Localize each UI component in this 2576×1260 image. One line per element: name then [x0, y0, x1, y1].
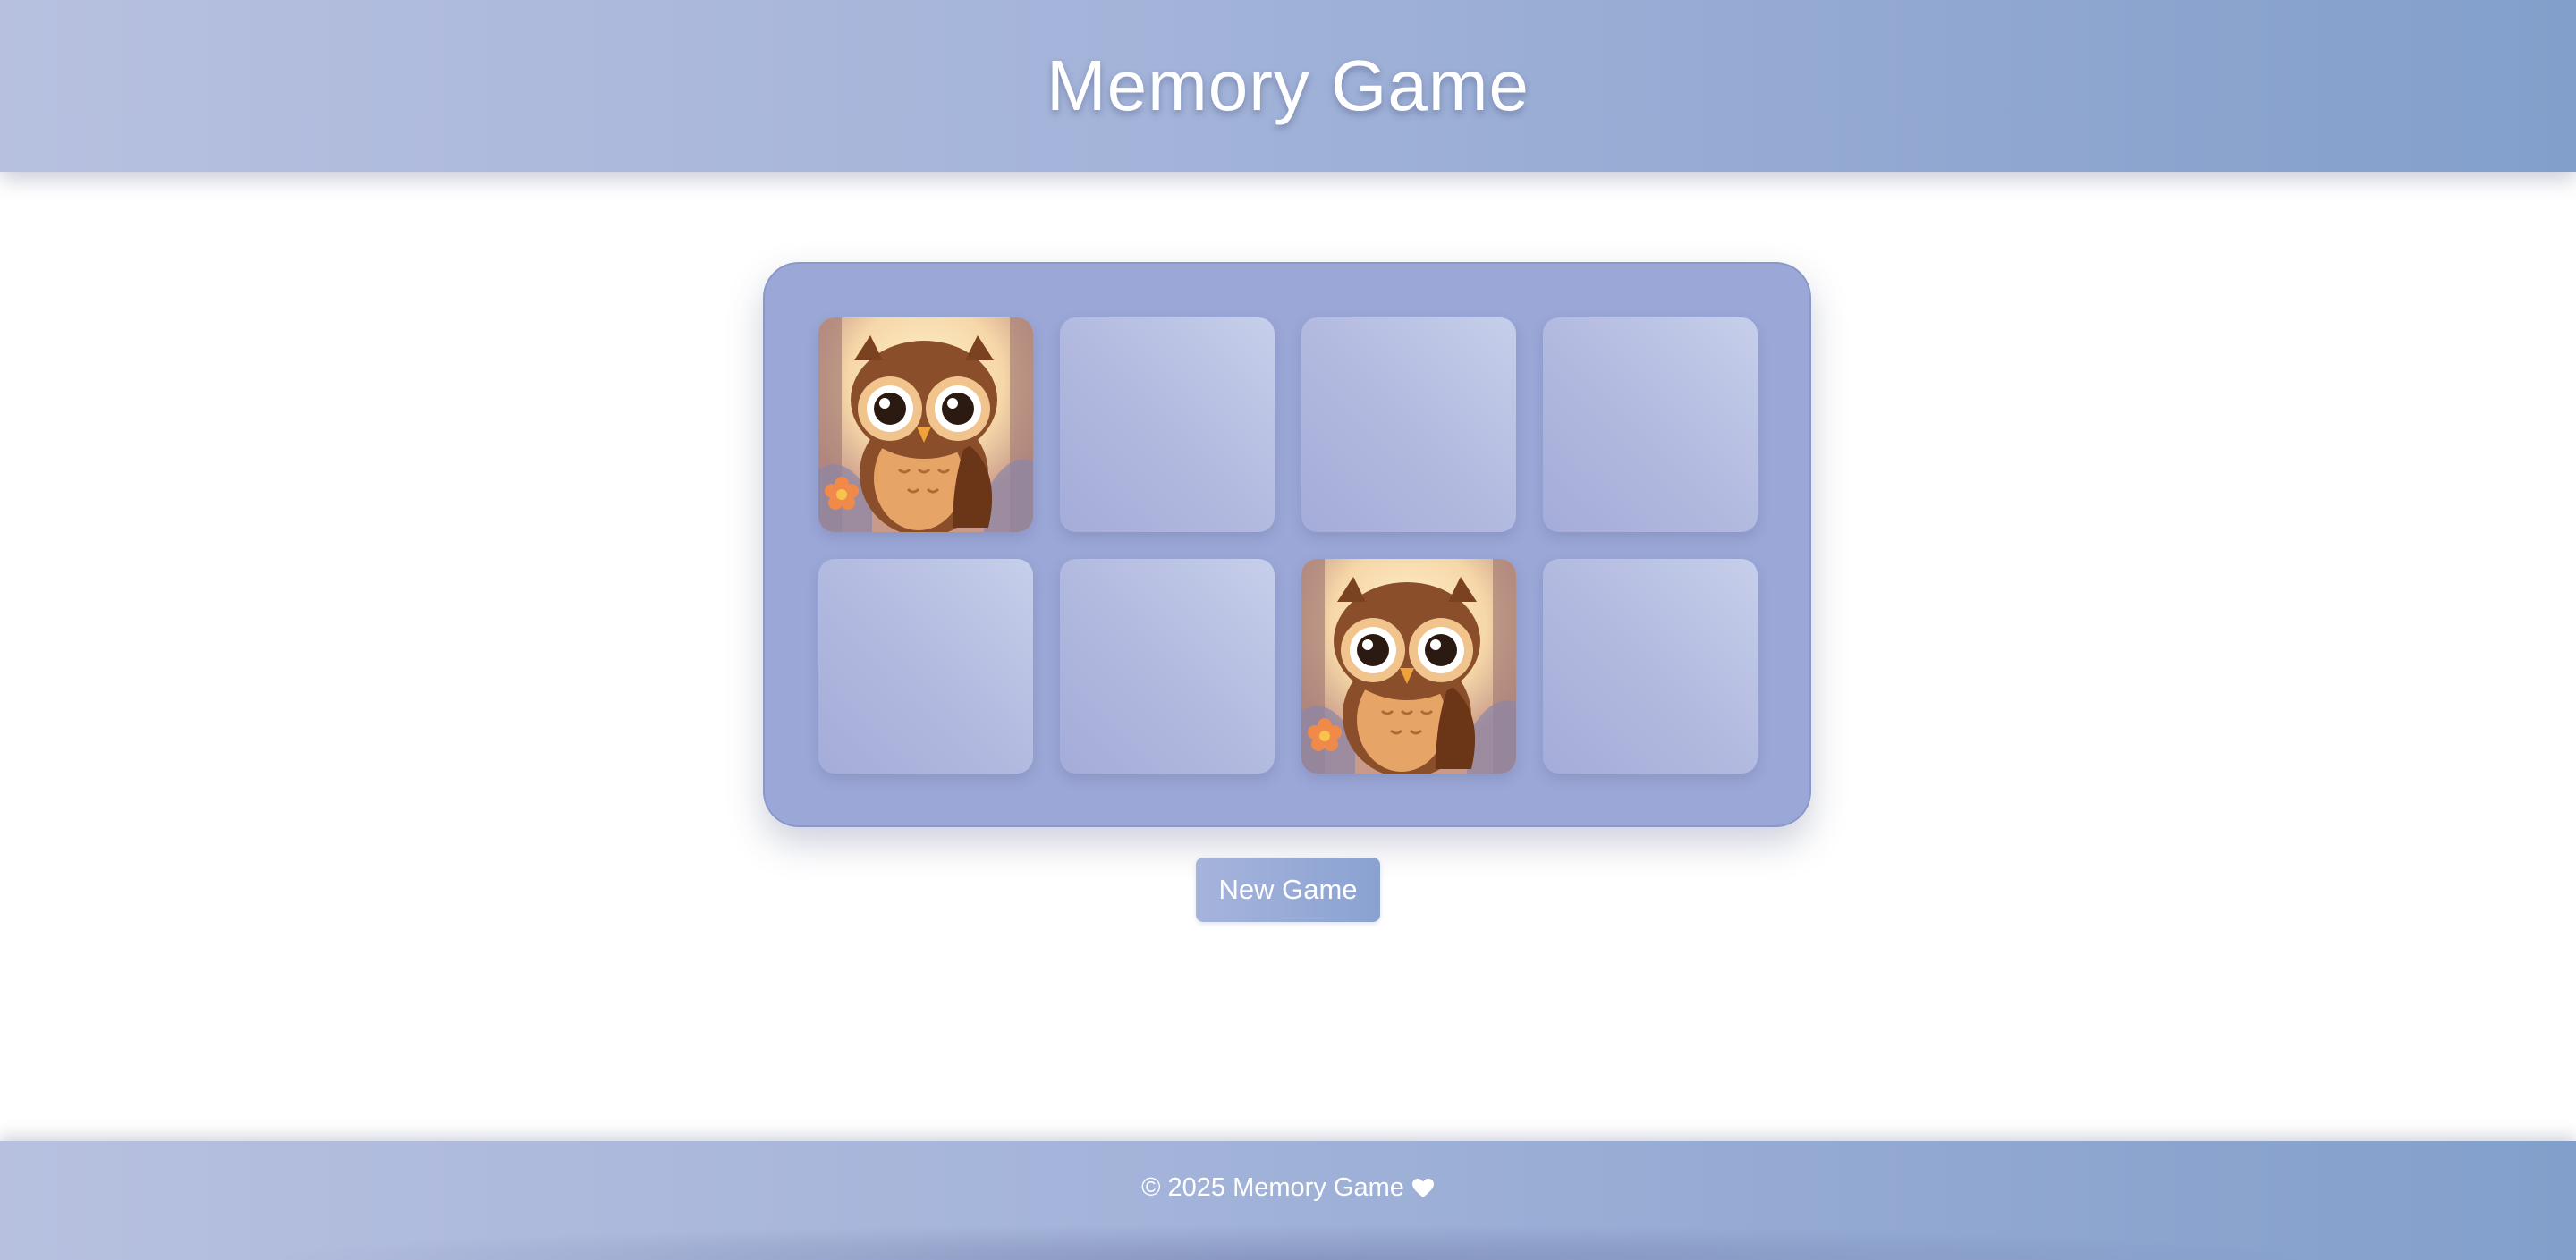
owl-icon — [1301, 559, 1516, 774]
owl-icon — [818, 317, 1033, 532]
page-title: Memory Game — [1046, 46, 1530, 125]
footer-bar: © 2025 Memory Game — [0, 1141, 2576, 1260]
header-bar: Memory Game — [0, 0, 2576, 172]
footer-content: © 2025 Memory Game — [1141, 1173, 1435, 1203]
controls: New Game — [1196, 858, 1380, 922]
footer-text: © 2025 Memory Game — [1141, 1173, 1404, 1202]
card-face-down[interactable] — [1543, 317, 1758, 532]
game-board — [763, 262, 1811, 827]
card-face-down[interactable] — [818, 559, 1033, 774]
heart-icon — [1411, 1178, 1434, 1197]
page: Memory Game New Game © 2025 Memory Game — [0, 0, 2576, 1260]
new-game-button[interactable]: New Game — [1196, 858, 1380, 922]
card-face-down[interactable] — [1060, 317, 1275, 532]
card-face-up[interactable] — [1301, 559, 1516, 774]
card-face-down[interactable] — [1301, 317, 1516, 532]
footer-shade — [250, 1224, 2326, 1260]
card-face-up[interactable] — [818, 317, 1033, 532]
card-face-down[interactable] — [1060, 559, 1275, 774]
card-face-down[interactable] — [1543, 559, 1758, 774]
